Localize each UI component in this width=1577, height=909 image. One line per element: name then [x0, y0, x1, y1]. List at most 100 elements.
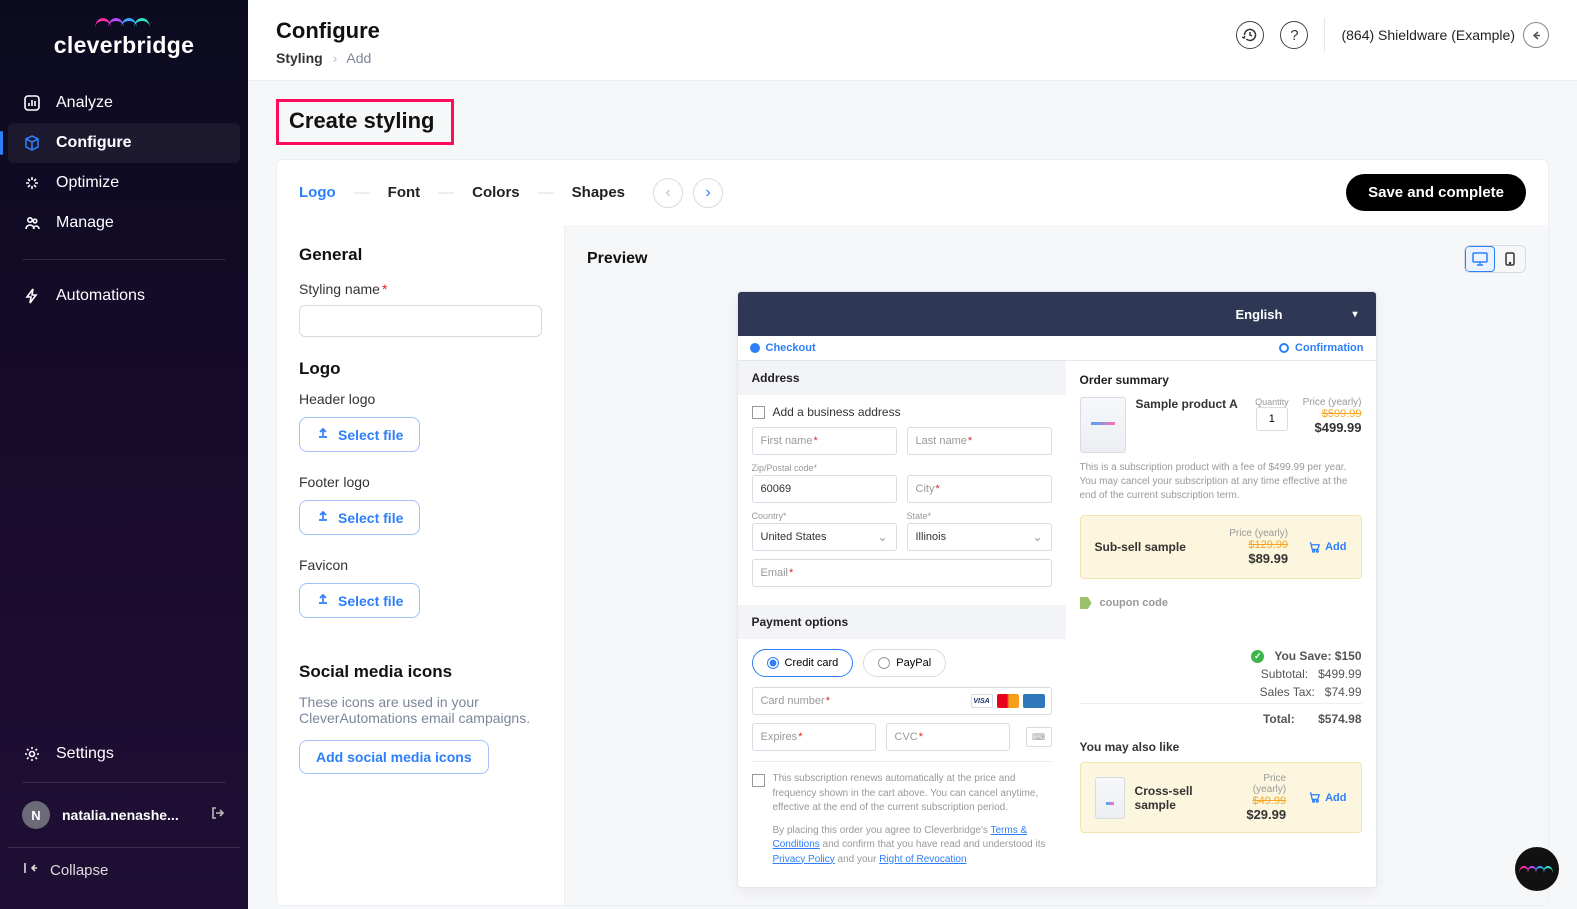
subtotal-label: Subtotal: — [1261, 667, 1308, 681]
total-label: Total: — [1263, 712, 1295, 726]
expires-input[interactable]: Expires* — [752, 723, 876, 751]
card-number-input[interactable]: Card number* VISA — [752, 687, 1052, 715]
wizard-next-button[interactable]: › — [693, 178, 723, 208]
add-label: Add — [1325, 541, 1346, 553]
logo-arcs-icon — [98, 18, 150, 28]
sidebar-item-settings[interactable]: Settings — [8, 734, 240, 774]
fine-print-legal: By placing this order you agree to Cleve… — [773, 824, 1052, 868]
checkbox-icon[interactable] — [752, 774, 765, 787]
logout-icon[interactable] — [210, 805, 226, 826]
history-icon[interactable] — [1236, 21, 1264, 49]
help-icon[interactable]: ? — [1280, 21, 1308, 49]
business-address-checkbox[interactable]: Add a business address — [752, 405, 1052, 419]
wizard-step-font[interactable]: Font — [388, 184, 420, 201]
subtotal: $499.99 — [1318, 667, 1361, 681]
old-price: $599.99 — [1322, 408, 1362, 420]
sidebar-item-label: Optimize — [56, 174, 119, 192]
divider — [22, 782, 226, 783]
help-fab[interactable] — [1515, 847, 1559, 891]
select-favicon-button[interactable]: Select file — [299, 583, 420, 618]
wizard-nav: Logo — Font — Colors — Shapes ‹ › Save a… — [277, 160, 1548, 225]
privacy-link[interactable]: Privacy Policy — [773, 854, 835, 865]
nav-primary: Analyze Configure Optimize Manage Automa… — [0, 83, 248, 316]
fine-print-text: This subscription renews automatically a… — [773, 772, 1052, 816]
add-social-button[interactable]: Add social media icons — [299, 740, 489, 774]
styling-card: Logo — Font — Colors — Shapes ‹ › Save a… — [276, 159, 1549, 906]
avatar: N — [22, 801, 50, 829]
upload-icon — [316, 592, 330, 609]
product-desc: This is a subscription product with a fe… — [1080, 461, 1362, 503]
sidebar-item-automations[interactable]: Automations — [8, 276, 240, 316]
state-select[interactable]: Illinois — [907, 523, 1052, 551]
wizard-step-colors[interactable]: Colors — [472, 184, 520, 201]
section-highlight: Create styling — [276, 99, 454, 145]
user-row[interactable]: N natalia.nenashe... — [8, 791, 240, 839]
cart-plus-icon — [1308, 791, 1321, 804]
preview-column: Preview English ▾ — [565, 225, 1548, 905]
bolt-icon — [22, 286, 42, 306]
revocation-link[interactable]: Right of Revocation — [879, 854, 966, 865]
subsell-add-button[interactable]: Add — [1308, 541, 1346, 554]
city-input[interactable]: City* — [907, 475, 1052, 503]
account-selector[interactable]: (864) Shieldware (Example) — [1341, 22, 1549, 48]
dot-icon — [750, 343, 760, 353]
cross-add-button[interactable]: Add — [1308, 791, 1346, 804]
collapse-button[interactable]: Collapse — [8, 847, 240, 893]
last-name-input[interactable]: Last name* — [907, 427, 1052, 455]
wizard-step-logo[interactable]: Logo — [299, 184, 336, 201]
zip-label: Zip/Postal code — [752, 463, 814, 473]
dash: — — [354, 184, 370, 202]
cross-name: Cross-sell sample — [1135, 784, 1225, 812]
quantity-stepper[interactable]: 1 — [1256, 407, 1288, 431]
language-selector[interactable]: English ▾ — [1236, 307, 1358, 322]
cube-icon — [22, 133, 42, 153]
wizard-step-shapes[interactable]: Shapes — [572, 184, 625, 201]
sidebar-item-label: Manage — [56, 214, 114, 232]
select-footer-logo-button[interactable]: Select file — [299, 500, 420, 535]
payment-paypal-radio[interactable]: PayPal — [863, 649, 946, 677]
page-title: Configure — [276, 18, 380, 44]
mastercard-icon — [997, 694, 1019, 708]
sidebar: cleverbridge Analyze Configure Optimize … — [0, 0, 248, 909]
upload-icon — [316, 509, 330, 526]
zip-input[interactable]: 60069 — [752, 475, 897, 503]
email-input[interactable]: Email* — [752, 559, 1052, 587]
button-label: Select file — [338, 593, 403, 609]
device-desktop-button[interactable] — [1465, 246, 1495, 272]
coupon-row[interactable]: coupon code — [1080, 597, 1362, 609]
header-logo-label: Header logo — [299, 391, 542, 407]
sidebar-item-analyze[interactable]: Analyze — [8, 83, 240, 123]
device-mobile-button[interactable] — [1495, 246, 1525, 272]
button-label: Add social media icons — [316, 749, 472, 765]
wizard-prev-button[interactable]: ‹ — [653, 178, 683, 208]
country-label: Country — [752, 511, 784, 521]
country-select[interactable]: United States — [752, 523, 897, 551]
cvc-input[interactable]: CVC* — [886, 723, 1010, 751]
select-header-logo-button[interactable]: Select file — [299, 417, 420, 452]
cross-sell-card: Cross-sell sample Price (yearly) $49.99 … — [1080, 762, 1362, 833]
content: Create styling Logo — Font — Colors — Sh… — [248, 81, 1577, 909]
cross-old-price: $49.99 — [1235, 795, 1287, 807]
user-name: natalia.nenashe... — [62, 807, 179, 823]
fine-print: This subscription renews automatically a… — [752, 761, 1052, 877]
save-complete-button[interactable]: Save and complete — [1346, 174, 1526, 211]
sidebar-item-manage[interactable]: Manage — [8, 203, 240, 243]
tax: $74.99 — [1325, 685, 1362, 699]
upload-icon — [316, 426, 330, 443]
footer-logo-label: Footer logo — [299, 474, 542, 490]
sidebar-item-optimize[interactable]: Optimize — [8, 163, 240, 203]
cross-price-label: Price (yearly) — [1235, 773, 1287, 795]
first-name-input[interactable]: First name* — [752, 427, 897, 455]
amex-icon — [1023, 694, 1045, 708]
progress-checkout: Checkout — [750, 342, 816, 354]
payment-credit-radio[interactable]: Credit card — [752, 649, 854, 677]
sidebar-item-configure[interactable]: Configure — [8, 123, 240, 163]
styling-name-input[interactable] — [299, 305, 542, 337]
price-label: Price (yearly) — [1303, 397, 1362, 408]
social-hint: These icons are used in your CleverAutom… — [299, 694, 542, 726]
back-icon[interactable] — [1523, 22, 1549, 48]
breadcrumb-root[interactable]: Styling — [276, 50, 323, 66]
product-image — [1080, 397, 1126, 453]
brand-logo: cleverbridge — [0, 18, 248, 59]
styling-name-label: Styling name* — [299, 281, 542, 297]
